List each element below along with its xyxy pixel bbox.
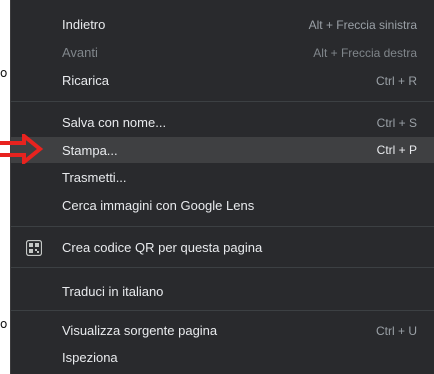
menu-item-create-qr-code[interactable]: Crea codice QR per questa pagina <box>11 236 434 259</box>
menu-item-inspect[interactable]: Ispeziona <box>11 346 434 369</box>
menu-item-shortcut: Alt + Freccia sinistra <box>308 17 417 32</box>
menu-item-back[interactable]: Indietro Alt + Freccia sinistra <box>11 13 434 36</box>
menu-item-shortcut: Ctrl + R <box>375 73 417 88</box>
menu-item-save-as[interactable]: Salva con nome... Ctrl + S <box>11 111 434 134</box>
menu-item-label: Cerca immagini con Google Lens <box>62 198 255 213</box>
menu-item-forward[interactable]: Avanti Alt + Freccia destra <box>11 41 434 64</box>
menu-item-shortcut: Ctrl + U <box>375 323 417 338</box>
menu-item-translate[interactable]: Traduci in italiano <box>11 280 434 303</box>
menu-item-label: Indietro <box>62 17 106 32</box>
menu-item-shortcut: Ctrl + P <box>376 143 417 157</box>
red-arrow-icon <box>0 134 44 164</box>
menu-item-label: Avanti <box>62 45 98 60</box>
menu-item-label: Ispeziona <box>62 350 118 365</box>
menu-item-label: Ricarica <box>62 73 109 88</box>
menu-item-label: Trasmetti... <box>62 170 127 185</box>
menu-separator <box>11 267 434 268</box>
context-menu: Indietro Alt + Freccia sinistra Avanti A… <box>10 0 434 374</box>
menu-item-shortcut: Alt + Freccia destra <box>313 45 417 60</box>
menu-item-google-lens[interactable]: Cerca immagini con Google Lens <box>11 194 434 217</box>
qr-code-icon <box>26 239 42 256</box>
menu-separator <box>11 226 434 227</box>
menu-item-label: Visualizza sorgente pagina <box>62 323 218 338</box>
menu-item-label: Salva con nome... <box>62 115 167 130</box>
menu-item-view-source[interactable]: Visualizza sorgente pagina Ctrl + U <box>11 319 434 342</box>
menu-separator <box>11 101 434 102</box>
menu-item-reload[interactable]: Ricarica Ctrl + R <box>11 69 434 92</box>
menu-item-label: Traduci in italiano <box>62 284 164 299</box>
menu-separator <box>11 310 434 311</box>
menu-item-cast[interactable]: Trasmetti... <box>11 166 434 189</box>
menu-item-shortcut: Ctrl + S <box>376 115 417 130</box>
menu-item-label: Stampa... <box>62 142 118 158</box>
menu-item-print[interactable]: Stampa... Ctrl + P <box>11 137 434 163</box>
menu-item-label: Crea codice QR per questa pagina <box>62 240 263 255</box>
screenshot-stage: o o Indietro Alt + Freccia sinistra Avan… <box>0 0 434 374</box>
